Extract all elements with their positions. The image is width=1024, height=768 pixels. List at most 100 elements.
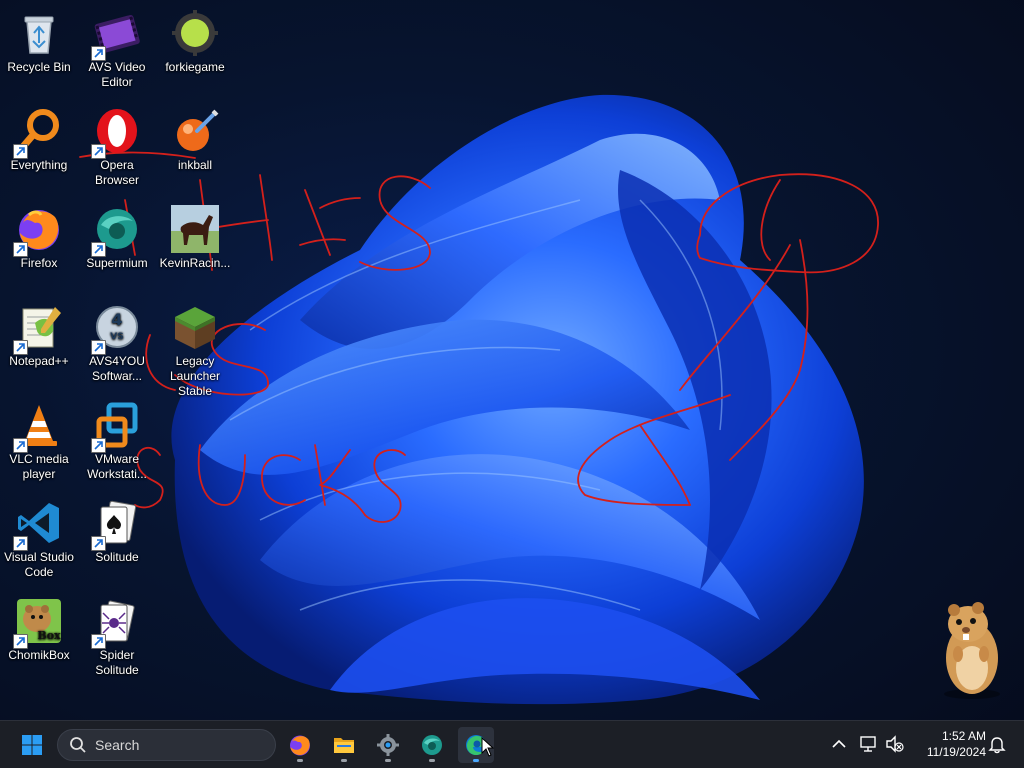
shortcut-arrow-icon xyxy=(91,242,106,257)
running-indicator xyxy=(297,759,303,762)
taskbar-search-box[interactable]: Search xyxy=(57,729,276,761)
desktop-icon-spider-solitude[interactable]: Spider Solitude xyxy=(78,591,156,678)
desktop-icon-inkball[interactable]: inkball xyxy=(156,101,234,173)
desktop-icon-avs4you[interactable]: 4 VS AVS4YOU Softwar... xyxy=(78,297,156,384)
shortcut-arrow-icon xyxy=(13,340,28,355)
running-indicator xyxy=(385,759,391,762)
desktop-icon-everything[interactable]: Everything xyxy=(0,101,78,173)
desktop-icon-vlc[interactable]: VLC media player xyxy=(0,395,78,482)
volume-muted-icon xyxy=(886,735,904,753)
notifications-button[interactable] xyxy=(986,733,1008,755)
taskbar-firefox[interactable] xyxy=(282,727,318,763)
desktop-icon-supermium[interactable]: Supermium xyxy=(78,199,156,271)
desktop-icon-legacy-launcher[interactable]: Legacy Launcher Stable xyxy=(156,297,234,399)
icon-label: Opera Browser xyxy=(94,158,139,187)
icon-label: Recycle Bin xyxy=(7,60,71,74)
minecraft-grass-block-icon xyxy=(171,303,219,351)
shortcut-arrow-icon xyxy=(13,242,28,257)
show-hidden-icons-button[interactable] xyxy=(828,733,850,755)
running-indicator xyxy=(429,759,435,762)
icon-label: Legacy Launcher Stable xyxy=(169,354,221,398)
icon-label: Supermium xyxy=(86,256,148,270)
network-status-button[interactable] xyxy=(858,733,880,755)
icon-label: Firefox xyxy=(20,256,58,270)
start-icon xyxy=(22,735,42,755)
desktop-icon-recycle-bin[interactable]: Recycle Bin xyxy=(0,3,78,75)
running-indicator xyxy=(473,759,479,762)
clock[interactable]: 1:52 AM 11/19/2024 xyxy=(912,728,986,760)
icon-label: AVS Video Editor xyxy=(88,60,146,89)
icon-label: Solitude xyxy=(95,550,139,564)
search-placeholder: Search xyxy=(95,737,140,753)
volume-button[interactable] xyxy=(884,733,906,755)
svg-text:VS: VS xyxy=(110,332,123,342)
chevron-up-icon xyxy=(832,739,846,748)
desktop-icon-opera-browser[interactable]: Opera Browser xyxy=(78,101,156,188)
icon-label: Notepad++ xyxy=(9,354,69,368)
taskbar-file-explorer[interactable] xyxy=(326,727,362,763)
shortcut-arrow-icon xyxy=(91,46,106,61)
network-monitor-icon xyxy=(860,736,876,752)
desktop-icon-kevin-racing[interactable]: KevinRacin... xyxy=(156,199,234,271)
spider-solitaire-icon xyxy=(91,597,141,649)
icon-label: forkiegame xyxy=(165,60,225,74)
icon-label: Everything xyxy=(10,158,68,172)
supermium-icon xyxy=(91,205,141,257)
firefox-icon xyxy=(13,205,63,257)
clock-date: 11/19/2024 xyxy=(926,745,986,759)
settings-gear-icon xyxy=(377,734,399,756)
notepad-plus-plus-icon xyxy=(13,303,63,355)
icon-label: VLC media player xyxy=(9,452,69,481)
desktop-icon-notepad-plus-plus[interactable]: Notepad++ xyxy=(0,297,78,369)
desktop-icon-vmware[interactable]: VMware Workstati... xyxy=(78,395,156,482)
taskbar: Search 1:52 AM 11/19/2024 xyxy=(0,720,1024,768)
shortcut-arrow-icon xyxy=(13,536,28,551)
icon-label: Spider Solitude xyxy=(95,648,139,677)
desktop[interactable]: Recycle Bin AVS Video Editor forkiegame … xyxy=(0,0,1024,720)
search-icon xyxy=(70,737,86,753)
avs4you-icon: 4 VS xyxy=(91,303,141,355)
supermium-icon xyxy=(422,735,442,755)
shortcut-arrow-icon xyxy=(13,144,28,159)
shortcut-arrow-icon xyxy=(91,144,106,159)
everything-search-icon xyxy=(13,107,63,159)
forkiegame-icon xyxy=(171,9,219,57)
clock-time: 1:52 AM xyxy=(941,729,986,743)
opera-icon xyxy=(91,107,141,159)
shortcut-arrow-icon xyxy=(91,634,106,649)
taskbar-supermium[interactable] xyxy=(414,727,450,763)
mouse-cursor-icon xyxy=(481,737,495,757)
desktop-icon-firefox[interactable]: Firefox xyxy=(0,199,78,271)
start-button[interactable] xyxy=(14,727,50,763)
vmware-icon xyxy=(91,401,141,453)
svg-text:4: 4 xyxy=(111,310,122,329)
icon-label: inkball xyxy=(177,158,213,172)
desktop-pet-hamster[interactable] xyxy=(932,596,1010,700)
icon-label: ChomikBox xyxy=(8,648,70,662)
horse-icon xyxy=(171,205,219,253)
desktop-icon-avs-video-editor[interactable]: AVS Video Editor xyxy=(78,3,156,90)
inkball-icon xyxy=(171,107,219,155)
recycle-bin-icon xyxy=(15,9,63,57)
icon-label: VMware Workstati... xyxy=(87,452,147,481)
chomikbox-hamster-icon: Box xyxy=(13,597,63,649)
desktop-icon-vscode[interactable]: Visual Studio Code xyxy=(0,493,78,580)
vlc-icon xyxy=(13,401,63,453)
shortcut-arrow-icon xyxy=(91,438,106,453)
icon-label: Visual Studio Code xyxy=(4,550,74,579)
shortcut-arrow-icon xyxy=(13,438,28,453)
solitaire-cards-icon xyxy=(91,499,141,551)
running-indicator xyxy=(341,759,347,762)
firefox-icon xyxy=(290,735,310,756)
file-explorer-icon xyxy=(334,738,354,753)
desktop-icon-solitude[interactable]: Solitude xyxy=(78,493,156,565)
desktop-icon-chomikbox[interactable]: Box ChomikBox xyxy=(0,591,78,663)
svg-text:Box: Box xyxy=(37,629,61,642)
shortcut-arrow-icon xyxy=(91,536,106,551)
bell-icon xyxy=(988,737,1006,754)
taskbar-settings[interactable] xyxy=(370,727,406,763)
shortcut-arrow-icon xyxy=(91,340,106,355)
desktop-icon-forkiegame[interactable]: forkiegame xyxy=(156,3,234,75)
icon-label: AVS4YOU Softwar... xyxy=(89,354,145,383)
shortcut-arrow-icon xyxy=(13,634,28,649)
